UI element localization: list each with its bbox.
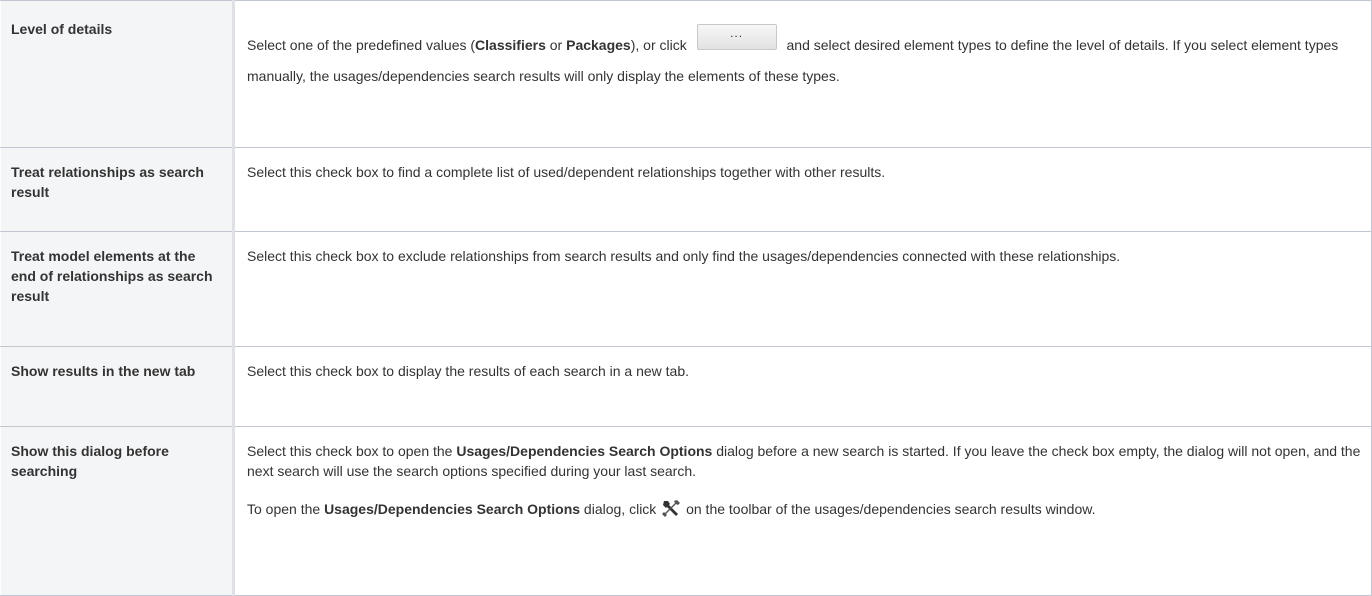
value-packages: Packages <box>566 37 631 53</box>
description-text: Select this check box to open the <box>247 443 457 459</box>
description-paragraph: Select this check box to open the Usages… <box>247 441 1361 481</box>
value-classifiers: Classifiers <box>475 37 546 53</box>
description-text: dialog, click <box>580 501 661 517</box>
description-text: To open the <box>247 501 325 517</box>
option-name: Treat relationships as search result <box>0 147 235 232</box>
option-description: Select this check box to open the Usages… <box>233 426 1372 596</box>
table-row: Treat relationships as search result Sel… <box>0 147 1372 232</box>
description-paragraph: To open the Usages/Dependencies Search O… <box>247 499 1361 519</box>
description-text: ), or click <box>630 37 691 53</box>
table-row: Show results in the new tab Select this … <box>0 346 1372 427</box>
option-description: Select this check box to exclude relatio… <box>233 231 1372 347</box>
description-text: Select one of the predefined values ( <box>247 37 476 53</box>
table-row: Treat model elements at the end of relat… <box>0 231 1372 347</box>
tools-icon <box>662 500 681 517</box>
option-description: Select this check box to find a complete… <box>233 147 1372 232</box>
option-description: Select one of the predefined values (Cla… <box>233 0 1372 148</box>
option-name: Show results in the new tab <box>0 346 235 427</box>
option-name: Treat model elements at the end of relat… <box>0 231 235 347</box>
options-table: Level of details Select one of the prede… <box>0 0 1372 596</box>
ellipsis-button[interactable]: ... <box>696 24 777 50</box>
dialog-name: Usages/Dependencies Search Options <box>456 443 713 459</box>
dialog-name: Usages/Dependencies Search Options <box>324 501 581 517</box>
table-row: Level of details Select one of the prede… <box>0 0 1372 148</box>
table-row: Show this dialog before searching Select… <box>0 426 1372 596</box>
description-text: or <box>545 37 567 53</box>
option-name: Level of details <box>0 0 235 148</box>
option-description: Select this check box to display the res… <box>233 346 1372 427</box>
option-name: Show this dialog before searching <box>0 426 235 596</box>
description-text: on the toolbar of the usages/dependencie… <box>682 501 1096 517</box>
